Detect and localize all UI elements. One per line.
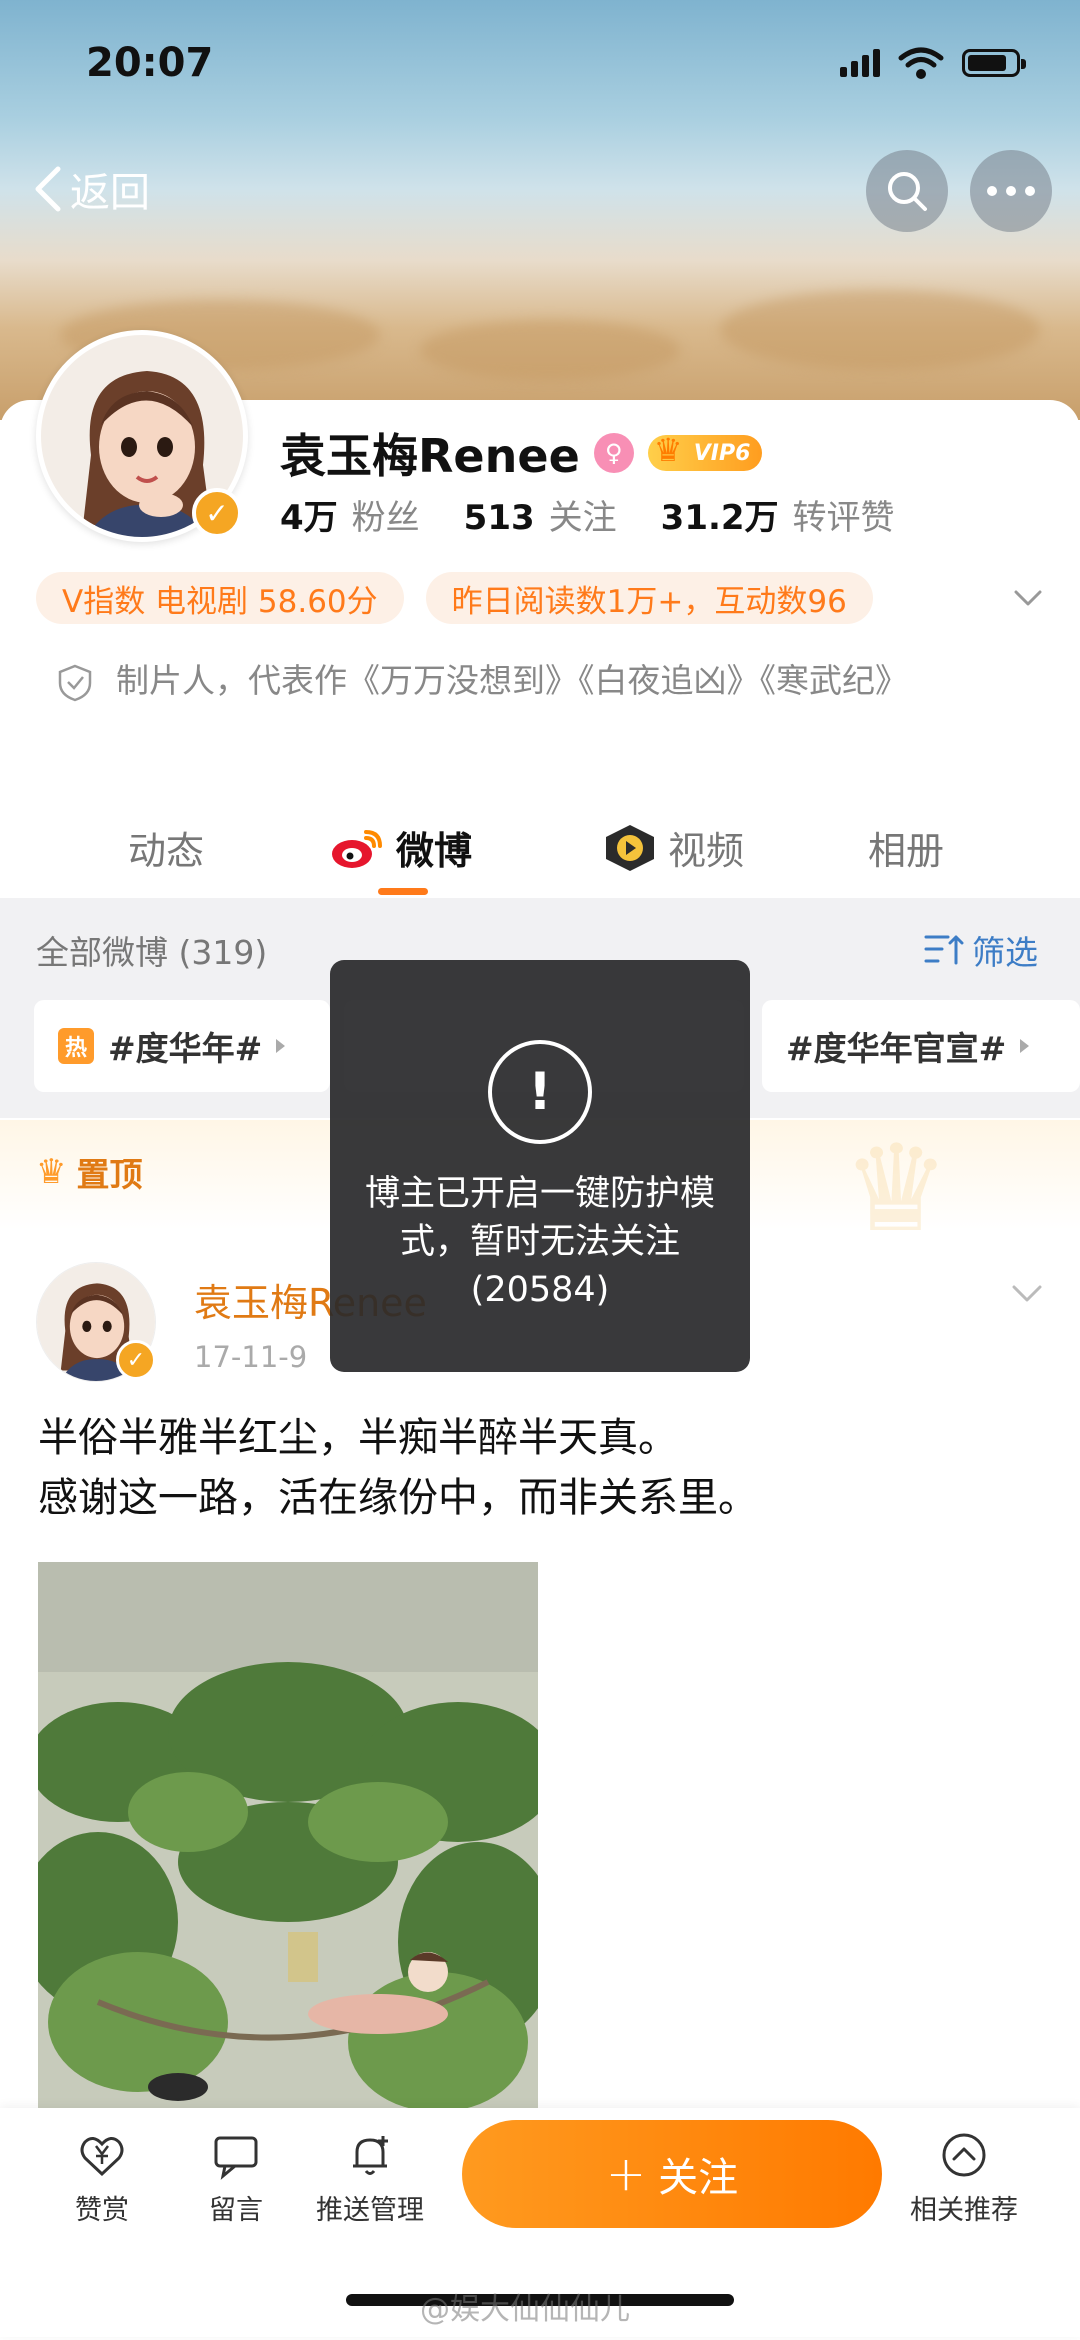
reward-yen-icon [80, 2137, 124, 2177]
bottom-item-label: 留言 [209, 2195, 263, 2226]
tab-label: 相册 [868, 829, 945, 873]
profile-stats: 4万 粉丝 513 关注 31.2万 转评赞 [280, 490, 895, 539]
reading-stats-pill[interactable]: 昨日阅读数1万+，互动数96 [425, 572, 873, 624]
topic-chip[interactable]: 热 #度华年# [34, 1000, 330, 1092]
tab-label: 动态 [128, 829, 205, 873]
back-button[interactable]: 返回 [30, 160, 150, 218]
chevron-down-icon[interactable] [1010, 1276, 1044, 1310]
crown-icon: ♛ [653, 431, 683, 469]
profile-name: 袁玉梅Renee [280, 429, 580, 483]
filter-button[interactable]: 筛选 [924, 926, 1038, 974]
pinned-label: ♛ 置顶 [36, 1148, 142, 1196]
illustration-hammock-garden [38, 1562, 538, 2122]
search-icon [888, 172, 927, 211]
v-index-pill[interactable]: V指数 电视剧 58.60分 [36, 572, 404, 624]
tab-video[interactable]: 视频 [602, 820, 744, 875]
follow-button[interactable]: + 关注 [462, 2120, 882, 2228]
verified-badge-icon: ✓ [192, 488, 242, 538]
feed-count-label: 全部微博 (319) [36, 933, 268, 972]
vip-label: VIP6 [693, 440, 751, 466]
hot-badge-icon: 热 [58, 1028, 94, 1064]
female-gender-icon: ♀ [593, 433, 634, 473]
profile-description: 制片人，代表作《万万没想到》《白夜追凶》《寒武纪》 [56, 650, 1016, 712]
chat-bubble-icon [214, 2136, 258, 2180]
triangle-right-icon [1020, 1039, 1030, 1053]
more-dots-icon [987, 186, 1035, 196]
post-timestamp: 17-11-9 [194, 1340, 308, 1374]
tab-dynamics[interactable]: 动态 [128, 820, 204, 875]
profile-name-row: 袁玉梅Renee ♀ ♛ VIP6 [280, 420, 763, 486]
weibo-logo-icon [332, 829, 382, 868]
video-badge-icon [606, 824, 654, 871]
filter-label: 筛选 [972, 933, 1038, 972]
post-image[interactable] [38, 1562, 538, 2122]
shield-icon [58, 664, 92, 701]
post-text-line: 半俗半雅半红尘，半痴半醉半天真。 [38, 1415, 678, 1461]
bottom-item-label: 赞赏 [75, 2195, 129, 2226]
more-options-button[interactable] [970, 150, 1052, 232]
back-label: 返回 [70, 170, 150, 216]
profile-tabs: 动态 微博 视频 相册 [0, 800, 1080, 900]
stat-label: 关注 [548, 498, 617, 538]
filter-icon [924, 935, 964, 965]
profile-pill-row: V指数 电视剧 58.60分 昨日阅读数1万+，互动数96 [36, 572, 873, 624]
tab-label: 微博 [396, 829, 473, 873]
search-button[interactable] [866, 150, 948, 232]
tab-label: 视频 [668, 829, 745, 873]
triangle-right-icon [276, 1039, 286, 1053]
status-time: 20:07 [86, 40, 214, 86]
crown-icon: ♛ [36, 1152, 67, 1192]
verified-badge-icon: ✓ [116, 1340, 156, 1380]
chevron-up-circle-icon [942, 2133, 986, 2177]
watermark: @娱大仙仙仙儿 [420, 2292, 630, 2327]
related-recommend-button[interactable]: 相关推荐 [904, 2130, 1024, 2227]
stat-value: 4万 [280, 498, 338, 538]
stat-interactions[interactable]: 31.2万 转评赞 [661, 490, 895, 539]
plus-icon: + [605, 2146, 647, 2202]
cellular-signal-icon [840, 49, 880, 77]
post-text-line: 感谢这一路，活在缘份中，而非关系里。 [38, 1475, 758, 1521]
message-button[interactable]: 留言 [176, 2130, 296, 2227]
active-tab-indicator [378, 888, 428, 895]
stat-value: 513 [463, 498, 535, 538]
stat-followers[interactable]: 4万 粉丝 [280, 490, 420, 539]
status-icons [840, 46, 1026, 80]
topic-chip[interactable]: #度华年官宣# [762, 1000, 1080, 1092]
vip-badge[interactable]: ♛ VIP6 [647, 431, 763, 471]
stat-label: 转评赞 [792, 498, 895, 538]
reward-button[interactable]: 赞赏 [42, 2130, 162, 2227]
battery-icon [962, 49, 1026, 77]
protection-mode-toast: ! 博主已开启一键防护模式，暂时无法关注(20584) [330, 960, 750, 1372]
chevron-left-icon [35, 166, 61, 212]
bottom-item-label: 推送管理 [316, 2195, 424, 2226]
post-body: 半俗半雅半红尘，半痴半醉半天真。 感谢这一路，活在缘份中，而非关系里。 [38, 1408, 1038, 1528]
follow-label: 关注 [658, 2155, 739, 2201]
topic-label: #度华年官宣# [786, 1029, 1007, 1068]
exclamation-icon: ! [488, 1040, 592, 1144]
status-bar: 20:07 [0, 0, 1080, 130]
push-settings-button[interactable]: 推送管理 [310, 2130, 430, 2227]
bell-plus-icon [353, 2136, 388, 2175]
bottom-item-label: 相关推荐 [910, 2195, 1018, 2226]
crown-watermark-icon: ♛ [842, 1120, 950, 1259]
description-text: 制片人，代表作《万万没想到》《白夜追凶》《寒武纪》 [116, 661, 908, 700]
chevron-down-icon[interactable] [1012, 582, 1044, 614]
toast-message: 博主已开启一键防护模式，暂时无法关注(20584) [364, 1174, 715, 1310]
tab-album[interactable]: 相册 [868, 820, 944, 875]
tab-weibo[interactable]: 微博 [330, 820, 472, 875]
pinned-text: 置顶 [76, 1155, 143, 1194]
wifi-icon [898, 47, 944, 79]
topic-label: #度华年# [108, 1029, 263, 1068]
stat-following[interactable]: 513 关注 [464, 490, 617, 539]
stat-value: 31.2万 [660, 498, 779, 538]
stat-label: 粉丝 [351, 498, 420, 538]
